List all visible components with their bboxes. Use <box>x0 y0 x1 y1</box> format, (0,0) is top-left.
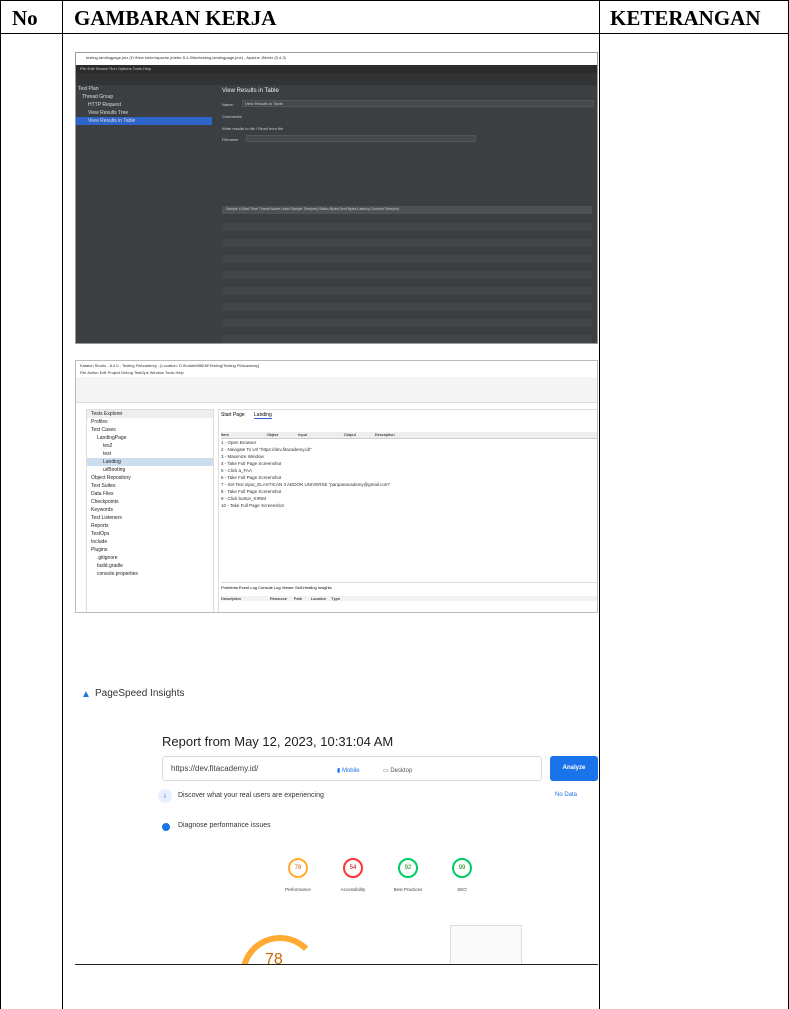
mobile-label: Mobile <box>341 768 360 774</box>
katalon-tests-explorer: Tests Explorer Profiles Test Cases Landi… <box>86 409 214 612</box>
table-border-top <box>0 0 789 1</box>
pagespeed-logo-text: PageSpeed Insights <box>95 688 185 699</box>
katalon-toolbar <box>76 377 597 403</box>
pagespeed-real-users: Discover what your real users are experi… <box>178 792 324 799</box>
big-score-value: 78 <box>265 951 283 965</box>
jmeter-tree-item: View Results Tree <box>88 110 129 116</box>
pagespeed-no-data: No Data <box>555 792 578 798</box>
jmeter-tree-item-selected: View Results in Table <box>76 117 212 125</box>
explorer-item: Include <box>91 539 108 545</box>
pagespeed-report-date: Report from May 12, 2023, 10:31:04 AM <box>162 734 394 749</box>
jmeter-tree-item: HTTP Request <box>88 102 121 108</box>
explorer-item: Object Repository <box>91 475 131 481</box>
katalon-step: 2 - Navigate To Url "https://dev.fitacad… <box>221 447 312 452</box>
header-keterangan: KETERANGAN <box>610 6 761 30</box>
header-no: No <box>12 6 38 30</box>
katalon-columns: Item Object Input Output Description <box>221 432 395 437</box>
jmeter-screenshot: testing-landingpage.jmx (D:\New folder\a… <box>75 52 598 344</box>
explorer-item: .gitignore <box>97 555 118 561</box>
katalon-steps-header: Item Object Input Output Description <box>221 432 597 439</box>
score-label-seo: SEO <box>457 887 467 892</box>
jmeter-filename-label: Filename <box>222 137 239 142</box>
explorer-item: build.gradle <box>97 563 123 569</box>
katalon-bottom-tabs: Problems Event Log Console Log Viewer Se… <box>221 582 597 590</box>
explorer-item: Keywords <box>91 507 113 513</box>
score-seo: 99 <box>452 858 472 878</box>
jmeter-menu-bar: File Edit Search Run Options Tools Help <box>76 65 597 73</box>
pagespeed-analyze-button: Analyze <box>550 756 598 781</box>
katalon-step: 7 - Set Text input_ELASTICAN 3 ADDON UNI… <box>221 482 391 487</box>
score-accessibility: 54 <box>343 858 363 878</box>
explorer-item: Test Suites <box>91 483 116 489</box>
score-performance: 78 <box>288 858 308 878</box>
katalon-title-bar: Katalon Studio - 8.4.0 - Testing FitAcad… <box>80 363 260 368</box>
score-best-practices: 92 <box>398 858 418 878</box>
katalon-steps: 1 - Open Browser 2 - Navigate To Url "ht… <box>221 440 597 560</box>
katalon-screenshot: Katalon Studio - 8.4.0 - Testing FitAcad… <box>75 360 598 613</box>
explorer-item-selected: Landing <box>87 458 213 466</box>
explorer-item: test <box>103 451 112 457</box>
explorer-title: Tests Explorer <box>87 410 213 418</box>
jmeter-name-label: Name: <box>222 102 234 107</box>
screenshot-bottom-rule <box>75 964 598 965</box>
jmeter-name-input: View Results in Table <box>242 100 594 107</box>
jmeter-columns: Sample # Start Time Thread Name Label Sa… <box>226 207 400 211</box>
pagespeed-tab-mobile: ▮ Mobile <box>337 768 360 774</box>
jmeter-toolbar <box>76 73 597 85</box>
header-gambaran-kerja: GAMBARAN KERJA <box>74 6 277 30</box>
jmeter-tree-item: Thread Group <box>82 94 114 100</box>
explorer-item: console.properties <box>97 571 138 577</box>
explorer-item: Test Cases <box>91 427 116 433</box>
explorer-item: TestOps <box>91 531 110 537</box>
jmeter-results-grid <box>222 215 592 343</box>
desktop-label: Desktop <box>390 768 413 774</box>
jmeter-filename-input <box>246 135 476 142</box>
pagespeed-diagnose: Diagnose performance issues <box>178 822 271 829</box>
katalon-step: 8 - Take Full Page Screenshot <box>221 489 282 494</box>
katalon-editor-tabs: Start Page Landing <box>221 412 272 419</box>
table-border-left <box>0 0 1 1009</box>
explorer-item: tes2 <box>103 443 113 449</box>
tab-start-page: Start Page <box>221 412 245 418</box>
jmeter-table-header: Sample # Start Time Thread Name Label Sa… <box>222 206 592 214</box>
explorer-item: Test Listeners <box>91 515 122 521</box>
jmeter-comments-label: Comments: <box>222 114 243 119</box>
jmeter-title-bar: testing-landingpage.jmx (D:\New folder\a… <box>76 53 597 65</box>
explorer-item: Data Files <box>91 491 114 497</box>
column-divider-2 <box>599 0 600 1009</box>
katalon-step: 6 - Take Full Page Screenshot <box>221 475 282 480</box>
pagespeed-screenshot: ▲ PageSpeed Insights Report from May 12,… <box>75 625 598 965</box>
score-label-performance: Performance <box>285 887 311 892</box>
jmeter-panel-title: View Results in Table <box>222 88 279 94</box>
score-label-accessibility: Accessibility <box>340 887 366 892</box>
explorer-item: Profiles <box>91 419 108 425</box>
jmeter-write-label: Write results to file / Read from file <box>222 126 284 131</box>
score-label-best-practices: Best Practices <box>393 887 423 892</box>
explorer-item: ui/Booting <box>103 467 126 473</box>
katalon-editor: Start Page Landing Item Object Input Out… <box>218 409 597 612</box>
tab-landing: Landing <box>254 412 272 419</box>
explorer-item: LandingPage <box>97 435 127 441</box>
info-icon: i <box>158 789 172 803</box>
explorer-item: Plugins <box>91 547 108 553</box>
katalon-menu-bar: File Action Edit Project Debug TestOps W… <box>80 370 184 375</box>
jmeter-tree: Test Plan Thread Group HTTP Request View… <box>76 85 212 343</box>
explorer-item: Checkpoints <box>91 499 119 505</box>
header-divider <box>0 33 789 34</box>
diagnose-icon <box>162 823 170 831</box>
jmeter-panel: View Results in Table Name: View Results… <box>216 85 597 343</box>
page-thumbnail <box>450 925 522 965</box>
katalon-step: 1 - Open Browser <box>221 440 257 445</box>
katalon-step: 3 - Maximize Window <box>221 454 264 459</box>
katalon-problems-columns: Description Resource Path Location Type <box>221 596 597 601</box>
jmeter-tree-item: Test Plan <box>78 86 99 92</box>
katalon-step: 5 - Click a_FAA <box>221 468 253 473</box>
katalon-step: 10 - Take Full Page Screenshot <box>221 503 284 508</box>
column-divider-1 <box>62 0 63 1009</box>
pagespeed-logo-icon: ▲ <box>81 689 91 700</box>
pagespeed-tab-desktop: ▭ Desktop <box>383 768 413 774</box>
katalon-step: 4 - Take Full Page Screenshot <box>221 461 282 466</box>
katalon-step: 9 - Click button_KIRIM <box>221 496 267 501</box>
explorer-item: Reports <box>91 523 109 529</box>
